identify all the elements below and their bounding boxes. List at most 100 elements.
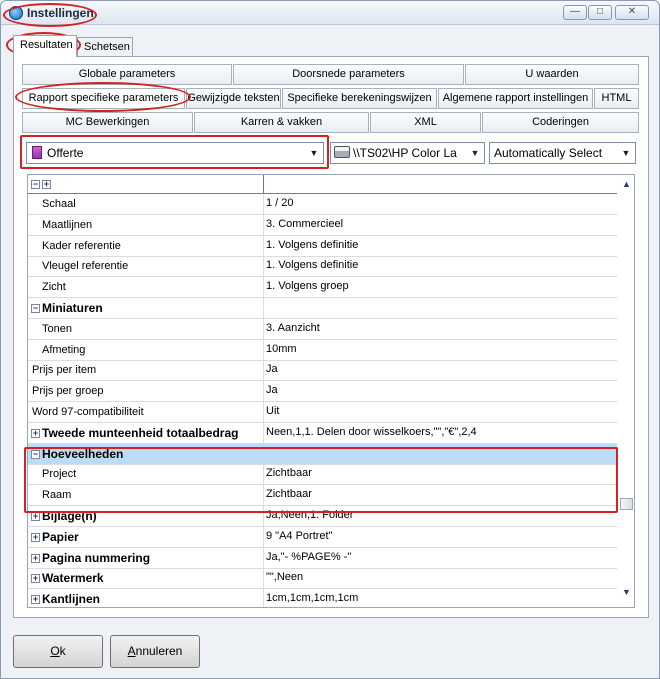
grid-row[interactable]: Prijs per item Ja — [28, 360, 617, 382]
subtab-mc-bewerkingen[interactable]: MC Bewerkingen — [22, 112, 193, 133]
property-name: Afmeting — [42, 343, 86, 356]
scroll-up-icon[interactable]: ▲ — [621, 179, 632, 189]
property-name: Tonen — [42, 322, 72, 335]
chevron-down-icon[interactable]: ▼ — [620, 143, 632, 163]
grid-row[interactable]: Schaal 1 / 20 — [28, 194, 617, 215]
grid-group-row[interactable]: + Pagina nummering Ja,"- %PAGE% -" — [28, 547, 617, 569]
paper-select-value: Automatically Select — [494, 146, 603, 160]
expand-icon[interactable]: + — [31, 428, 40, 438]
property-value[interactable]: Ja — [266, 363, 278, 375]
minimize-button[interactable]: — — [563, 5, 587, 20]
paper-select[interactable]: Automatically Select ▼ — [489, 142, 636, 164]
expand-all-icon[interactable]: + — [42, 180, 51, 189]
expand-icon[interactable]: + — [31, 532, 40, 542]
subtab-xml[interactable]: XML — [370, 112, 481, 133]
collapse-icon[interactable]: − — [31, 304, 40, 313]
property-value[interactable]: 1 / 20 — [266, 197, 294, 209]
property-name: Watermerk — [42, 571, 104, 586]
property-name: Pagina nummering — [42, 550, 151, 565]
expand-icon[interactable]: + — [31, 553, 40, 563]
property-name: Bijlage(n) — [42, 509, 97, 523]
subtab-gewijzigde-teksten[interactable]: Gewijzigde teksten — [186, 88, 281, 109]
grid-group-row[interactable]: + Kantlijnen 1cm,1cm,1cm,1cm — [28, 589, 617, 607]
subtab-html[interactable]: HTML — [594, 88, 639, 109]
property-name: Project — [42, 468, 77, 481]
grid-row[interactable]: Prijs per groep Ja — [28, 381, 617, 403]
chevron-down-icon[interactable]: ▼ — [308, 143, 320, 163]
grid-group-row[interactable]: + Watermerk "",Neen — [28, 568, 617, 590]
property-name: Vleugel referentie — [42, 260, 129, 273]
subtab-karren-vakken[interactable]: Karren & vakken — [194, 112, 369, 133]
property-value[interactable]: Ja,"- %PAGE% -" — [266, 551, 351, 563]
grid-row[interactable]: Maatlijnen 3. Commercieel — [28, 214, 617, 236]
subtab-globale-parameters[interactable]: Globale parameters — [22, 64, 232, 85]
title-bar[interactable]: Instellingen — □ ✕ — [1, 1, 659, 25]
property-name: Kader referentie — [42, 239, 121, 252]
property-value[interactable]: Zichtbaar — [266, 467, 312, 479]
grid-row[interactable]: Afmeting 10mm — [28, 339, 617, 361]
property-value[interactable]: 1. Volgens groep — [266, 280, 349, 292]
property-value[interactable]: 9 "A4 Portret" — [266, 530, 333, 542]
property-value[interactable]: Ja — [266, 384, 278, 396]
property-name: Prijs per groep — [32, 385, 104, 398]
subtab-doorsnede-parameters[interactable]: Doorsnede parameters — [233, 64, 464, 85]
maximize-button[interactable]: □ — [588, 5, 612, 20]
property-name: Tweede munteenheid totaalbedrag — [42, 425, 239, 440]
property-value[interactable]: 3. Commercieel — [266, 218, 343, 230]
grid-group-row[interactable]: + Papier 9 "A4 Portret" — [28, 526, 617, 548]
grid-row[interactable]: Raam Zichtbaar — [28, 485, 617, 507]
ok-button[interactable]: Ok — [13, 635, 103, 668]
window-title: Instellingen — [27, 6, 94, 20]
grid-row[interactable]: Tonen 3. Aanzicht — [28, 318, 617, 340]
close-button[interactable]: ✕ — [615, 5, 649, 20]
subtab-specifieke-berekeningswijzen[interactable]: Specifieke berekeningswijzen — [282, 88, 437, 109]
subtab-u-waarden[interactable]: U waarden — [465, 64, 639, 85]
tab-resultaten[interactable]: Resultaten — [13, 35, 77, 57]
settings-window: Instellingen — □ ✕ Resultaten Schetsen G… — [0, 0, 660, 679]
property-name: Maatlijnen — [42, 218, 93, 231]
subtab-algemene-rapport-instellingen[interactable]: Algemene rapport instellingen — [438, 88, 593, 109]
tab-schetsen[interactable]: Schetsen — [77, 37, 133, 57]
property-value[interactable]: "",Neen — [266, 571, 303, 583]
grid-scrollbar[interactable]: ▲ ▼ — [618, 175, 634, 607]
app-icon — [9, 6, 23, 20]
property-value[interactable]: 1. Volgens definitie — [266, 259, 358, 271]
grid-row[interactable]: Zicht 1. Volgens groep — [28, 277, 617, 299]
chevron-down-icon[interactable]: ▼ — [469, 143, 481, 163]
scroll-thumb[interactable] — [620, 498, 633, 510]
expand-icon[interactable]: + — [31, 512, 40, 521]
grid-group-row[interactable]: − Hoeveelheden — [28, 443, 617, 465]
printer-select-value: \\TS02\HP Color La — [353, 146, 457, 160]
subtab-rapport-specifieke-parameters[interactable]: Rapport specifieke parameters — [22, 88, 185, 109]
grid-group-row[interactable]: + Tweede munteenheid totaalbedrag Neen,1,1… — [28, 422, 617, 444]
expand-icon[interactable]: + — [31, 595, 40, 605]
cancel-button[interactable]: Annuleren — [110, 635, 200, 668]
property-value[interactable]: Ja,Neen,1. Folder — [266, 509, 353, 521]
grid-group-row[interactable]: − Miniaturen — [28, 298, 617, 319]
property-value[interactable]: 3. Aanzicht — [266, 322, 320, 334]
grid-row[interactable]: Word 97-compatibiliteit Uit — [28, 402, 617, 423]
property-value[interactable]: Uit — [266, 405, 279, 417]
collapse-icon[interactable]: − — [31, 449, 40, 459]
property-name: Papier — [42, 529, 79, 544]
grid-row[interactable]: Vleugel referentie 1. Volgens definitie — [28, 256, 617, 278]
property-name: Schaal — [42, 198, 76, 210]
subtab-coderingen[interactable]: Coderingen — [482, 112, 639, 133]
expand-icon[interactable]: + — [31, 574, 40, 584]
property-grid[interactable]: − + Schaal 1 / 20 Maatlijnen 3. Commercieel… — [27, 174, 635, 608]
property-value[interactable]: 1. Volgens definitie — [266, 239, 358, 251]
property-value[interactable]: 1cm,1cm,1cm,1cm — [266, 592, 358, 604]
report-select[interactable]: Offerte ▼ — [26, 142, 324, 164]
grid-group-row[interactable]: + Bijlage(n) Ja,Neen,1. Folder — [28, 506, 617, 527]
scroll-down-icon[interactable]: ▼ — [621, 587, 632, 597]
property-name: Word 97-compatibiliteit — [32, 406, 144, 418]
collapse-all-icon[interactable]: − — [31, 180, 40, 189]
property-name: Prijs per item — [32, 364, 97, 377]
property-value[interactable]: Neen,1,1. Delen door wisselkoers,"","€",… — [266, 426, 477, 438]
grid-row[interactable]: Project Zichtbaar — [28, 464, 617, 486]
grid-row[interactable]: Kader referentie 1. Volgens definitie — [28, 235, 617, 257]
property-value[interactable]: 10mm — [266, 343, 297, 355]
printer-select[interactable]: \\TS02\HP Color La ▼ — [330, 142, 485, 164]
property-value[interactable]: Zichtbaar — [266, 488, 312, 500]
report-document-icon — [32, 146, 42, 159]
